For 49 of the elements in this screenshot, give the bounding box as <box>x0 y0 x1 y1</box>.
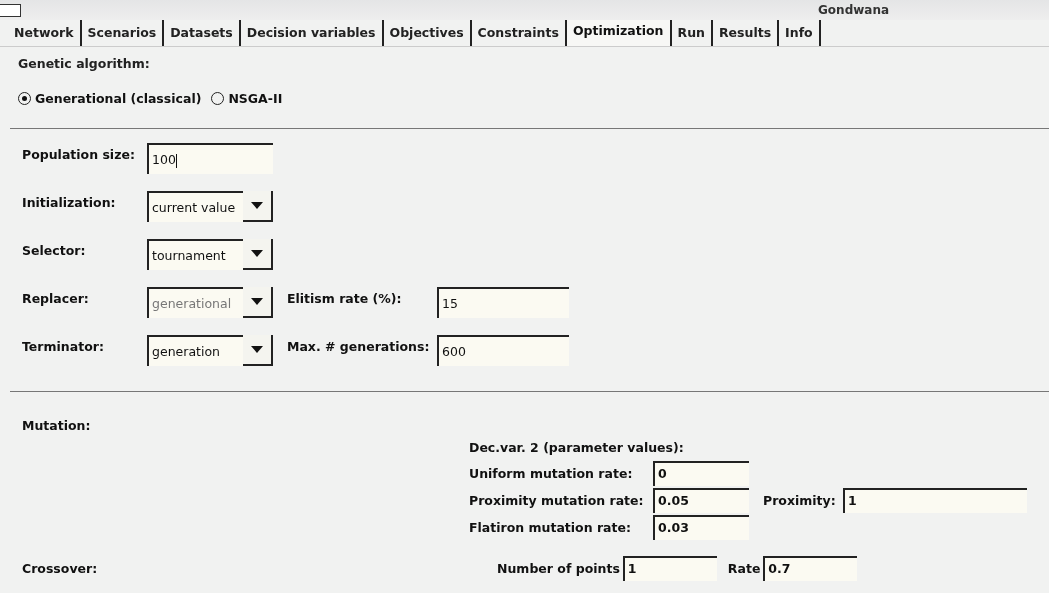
dropdown-button[interactable] <box>243 239 273 270</box>
group-heading: Dec.var. 2 (parameter values): <box>469 440 685 455</box>
tab[interactable]: Decision variables <box>240 20 384 46</box>
dropdown-button[interactable] <box>243 287 273 318</box>
radio-button[interactable]: NSGA-II <box>211 91 283 106</box>
caret-icon <box>251 298 263 305</box>
tab[interactable]: Results <box>712 20 780 46</box>
input-field[interactable]: 0.05 <box>653 488 749 513</box>
field-label: Replacer: <box>22 290 90 306</box>
section-label: Genetic algorithm: <box>18 56 151 71</box>
caret-icon <box>251 346 263 353</box>
dropdown-button[interactable] <box>243 191 273 222</box>
input-field[interactable]: 1 <box>622 556 717 581</box>
field-label: Rate <box>727 561 761 576</box>
tab[interactable]: Optimization <box>566 20 672 46</box>
tab[interactable]: Info <box>779 20 821 46</box>
radio-button[interactable]: Generational (classical) <box>18 91 202 106</box>
field-label: Max. # generations: <box>287 338 431 354</box>
input-field[interactable]: 0.7 <box>763 556 858 581</box>
field-label: Elitism rate (%): <box>287 290 403 306</box>
field-label: Selector: <box>22 242 87 258</box>
window-title: Gondwana <box>818 3 890 17</box>
tab[interactable]: Datasets <box>164 20 241 46</box>
input-field[interactable]: 100 <box>147 143 273 174</box>
tab[interactable]: Objectives <box>383 20 472 46</box>
window-icon[interactable] <box>0 3 21 17</box>
field-label: Terminator: <box>22 338 105 354</box>
field-label: Initialization: <box>22 194 117 210</box>
input-field[interactable]: 0 <box>653 461 749 486</box>
caret-icon <box>251 250 263 257</box>
input-field[interactable]: 600 <box>437 335 569 366</box>
tab[interactable]: Network <box>8 20 82 46</box>
dropdown-button[interactable] <box>243 335 273 366</box>
dropdown[interactable]: tournament <box>147 239 243 270</box>
field-label: Uniform mutation rate: <box>469 466 634 481</box>
caret-icon <box>251 202 263 209</box>
section-label: Crossover: <box>22 561 99 576</box>
input-field[interactable]: 1 <box>843 488 1027 513</box>
dropdown[interactable]: generation <box>147 335 243 366</box>
input-field[interactable]: 0.03 <box>653 515 749 540</box>
field-label: Flatiron mutation rate: <box>469 520 632 535</box>
tab[interactable]: Scenarios <box>81 20 165 46</box>
field-label: Number of points <box>497 561 620 576</box>
field-label: Proximity: <box>763 493 837 508</box>
field-label: Proximity mutation rate: <box>469 493 645 508</box>
tab[interactable]: Run <box>671 20 713 46</box>
section-label: Mutation: <box>22 418 92 435</box>
field-label: Population size: <box>22 146 136 162</box>
dropdown[interactable]: current value <box>147 191 243 222</box>
